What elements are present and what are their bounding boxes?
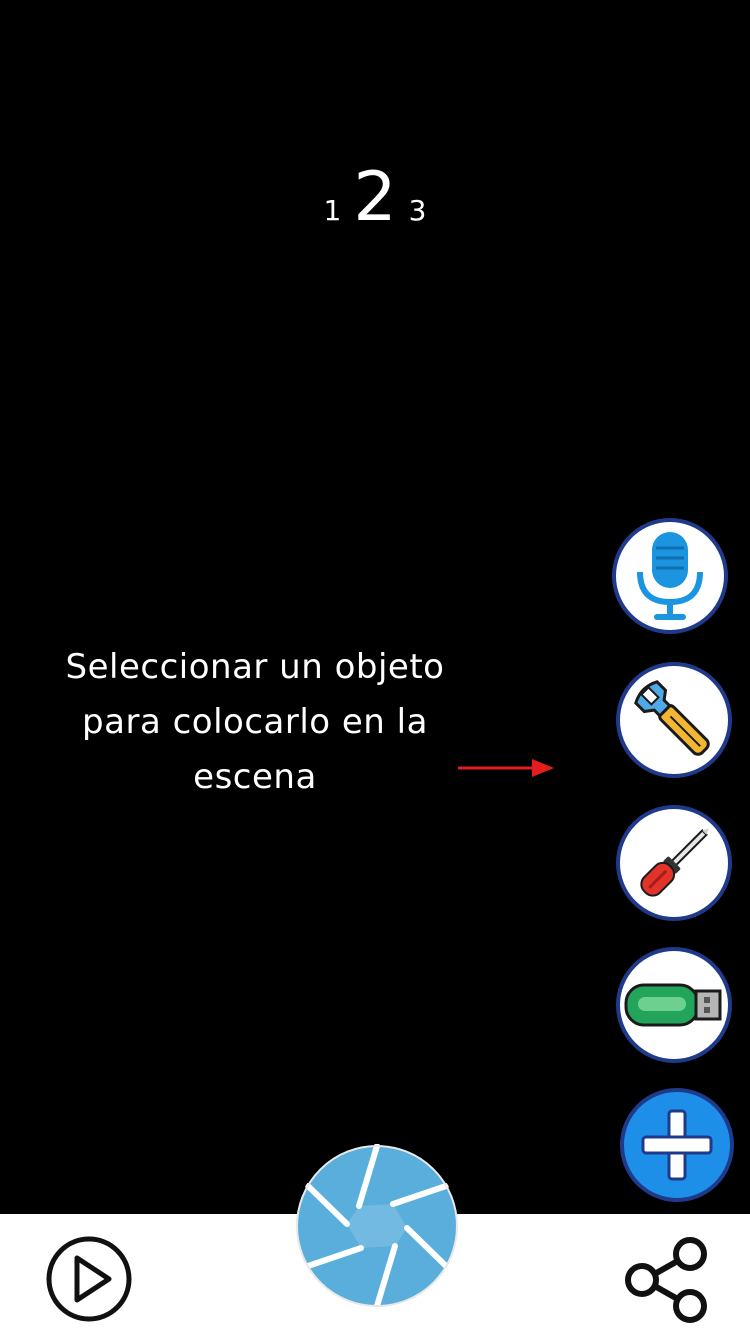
microphone-icon xyxy=(637,532,703,620)
step-1[interactable]: 1 xyxy=(324,194,342,227)
usb-drive-button[interactable] xyxy=(616,947,732,1063)
screwdriver-button[interactable] xyxy=(616,805,732,921)
step-3[interactable]: 3 xyxy=(409,194,427,227)
camera-aperture-icon[interactable] xyxy=(295,1144,459,1308)
wrench-button[interactable] xyxy=(616,662,732,778)
usb-drive-icon xyxy=(624,983,722,1027)
step-2-current: 2 xyxy=(353,158,397,237)
add-object-button[interactable] xyxy=(620,1088,734,1202)
share-icon[interactable] xyxy=(620,1234,712,1326)
play-circle-icon[interactable] xyxy=(44,1234,134,1324)
wrench-icon xyxy=(634,680,710,756)
hint-text: Seleccionar un objeto para colocarlo en … xyxy=(65,647,445,797)
camera-screen: 123 Seleccionar un objeto para colocarlo… xyxy=(0,0,750,1334)
hint-arrow-icon xyxy=(458,759,554,777)
screwdriver-icon xyxy=(640,828,709,897)
step-indicator: 123 xyxy=(0,158,750,237)
plus-icon xyxy=(641,1109,713,1181)
microphone-button[interactable] xyxy=(612,518,728,634)
